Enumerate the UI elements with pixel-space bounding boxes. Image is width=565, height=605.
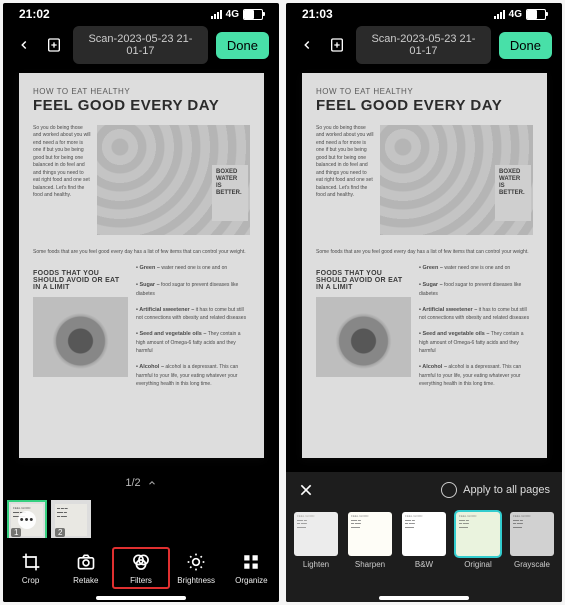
filters-icon (130, 551, 152, 573)
doc-paragraph: Some foods that are you feel good every … (33, 249, 250, 257)
filter-sharpen[interactable]: FEEL GOOD▬▬ ▬▬ ▬▬▬▬▬ Sharpen (348, 512, 392, 569)
network-label: 4G (226, 9, 239, 20)
doc-section-heading: FOODS THAT YOU SHOULD AVOID OR EAT IN A … (316, 270, 411, 291)
doc-headline: FEEL GOOD EVERY DAY (316, 98, 533, 115)
filters-button[interactable]: Filters (112, 547, 170, 589)
home-indicator[interactable] (96, 596, 186, 600)
back-button[interactable] (296, 34, 318, 56)
crop-button[interactable]: Crop (6, 551, 56, 585)
thumbnail-page-1[interactable]: FEEL GOOD▬▬ ▬▬▬▬▬▬ ••• 1 (7, 500, 47, 540)
top-bar: Scan-2023-05-23 21-01-17 Done (3, 25, 279, 65)
radio-unchecked-icon (441, 482, 457, 498)
doc-image-citrus: BOXED WATER IS BETTER. (380, 125, 533, 235)
thumbnail-number: 2 (55, 528, 65, 537)
filter-lighten[interactable]: FEEL GOOD▬▬ ▬▬ ▬▬▬▬▬ Lighten (294, 512, 338, 569)
organize-button[interactable]: Organize (226, 551, 276, 585)
status-icons: 4G (494, 9, 546, 20)
done-button[interactable]: Done (216, 32, 269, 59)
chevron-up-icon (147, 478, 157, 488)
status-bar: 21:03 4G (286, 3, 562, 25)
doc-headline: FEEL GOOD EVERY DAY (33, 98, 250, 115)
phone-screen-left: 21:02 4G Scan-2023-05-23 21-01-17 Done H… (3, 3, 279, 602)
add-page-button[interactable] (326, 34, 348, 56)
done-button[interactable]: Done (499, 32, 552, 59)
status-icons: 4G (211, 9, 263, 20)
top-bar: Scan-2023-05-23 21-01-17 Done (286, 25, 562, 65)
doc-subheading: HOW TO EAT HEALTHY (316, 87, 533, 96)
home-indicator[interactable] (379, 596, 469, 600)
doc-image-citrus: BOXED WATER IS BETTER. (97, 125, 250, 235)
apply-to-all-toggle[interactable]: Apply to all pages (441, 482, 550, 498)
camera-icon (75, 551, 97, 573)
doc-subheading: HOW TO EAT HEALTHY (33, 87, 250, 96)
bottom-toolbar: Crop Retake Filters Brightness Organize (3, 538, 279, 602)
scanned-page-preview[interactable]: HOW TO EAT HEALTHY FEEL GOOD EVERY DAY S… (19, 73, 264, 458)
doc-image-coffee (33, 297, 128, 377)
thumbnail-page-2[interactable]: ▬ ▬ ▬▬▬ ▬▬ ▬▬ 2 (51, 500, 91, 540)
network-label: 4G (509, 9, 522, 20)
doc-bullet-list: • Green – water need one is one and on •… (419, 264, 533, 388)
thumbnail-number: 1 (11, 528, 21, 537)
thumbnail-menu-icon[interactable]: ••• (18, 511, 36, 529)
back-button[interactable] (13, 34, 35, 56)
page-indicator[interactable]: 1/2 (3, 477, 279, 489)
doc-section-heading: FOODS THAT YOU SHOULD AVOID OR EAT IN A … (33, 270, 128, 291)
doc-intro-text: So you do being those and worked about y… (316, 125, 374, 235)
filter-options-row: FEEL GOOD▬▬ ▬▬ ▬▬▬▬▬ Lighten FEEL GOOD▬▬… (286, 508, 562, 569)
signal-icon (494, 10, 505, 19)
status-time: 21:02 (19, 7, 50, 21)
filter-original[interactable]: FEEL GOOD▬▬ ▬▬ ▬▬▬▬▬ Original (456, 512, 500, 569)
signal-icon (211, 10, 222, 19)
filter-bw[interactable]: FEEL GOOD▬▬ ▬▬ ▬▬▬▬▬ B&W (402, 512, 446, 569)
boxed-water-label: BOXED WATER IS BETTER. (212, 165, 248, 221)
doc-bullet-list: • Green – water need one is one and on •… (136, 264, 250, 388)
brightness-button[interactable]: Brightness (171, 551, 221, 585)
retake-button[interactable]: Retake (61, 551, 111, 585)
crop-icon (20, 551, 42, 573)
scanned-page-preview[interactable]: HOW TO EAT HEALTHY FEEL GOOD EVERY DAY S… (302, 73, 547, 458)
status-bar: 21:02 4G (3, 3, 279, 25)
doc-image-coffee (316, 297, 411, 377)
page-thumbnails: FEEL GOOD▬▬ ▬▬▬▬▬▬ ••• 1 ▬ ▬ ▬▬▬ ▬▬ ▬▬ 2 (7, 500, 91, 540)
doc-paragraph: Some foods that are you feel good every … (316, 249, 533, 257)
filter-panel: Apply to all pages FEEL GOOD▬▬ ▬▬ ▬▬▬▬▬ … (286, 472, 562, 602)
brightness-icon (185, 551, 207, 573)
close-button[interactable] (298, 482, 314, 498)
battery-icon (526, 9, 546, 20)
close-icon (298, 482, 314, 498)
add-page-button[interactable] (43, 34, 65, 56)
battery-icon (243, 9, 263, 20)
filter-grayscale[interactable]: FEEL GOOD▬▬ ▬▬ ▬▬▬▬▬ Grayscale (510, 512, 554, 569)
doc-intro-text: So you do being those and worked about y… (33, 125, 91, 235)
status-time: 21:03 (302, 7, 333, 21)
boxed-water-label: BOXED WATER IS BETTER. (495, 165, 531, 221)
grid-icon (240, 551, 262, 573)
phone-screen-right: 21:03 4G Scan-2023-05-23 21-01-17 Done H… (286, 3, 562, 602)
document-title-input[interactable]: Scan-2023-05-23 21-01-17 (73, 26, 208, 64)
document-title-input[interactable]: Scan-2023-05-23 21-01-17 (356, 26, 491, 64)
